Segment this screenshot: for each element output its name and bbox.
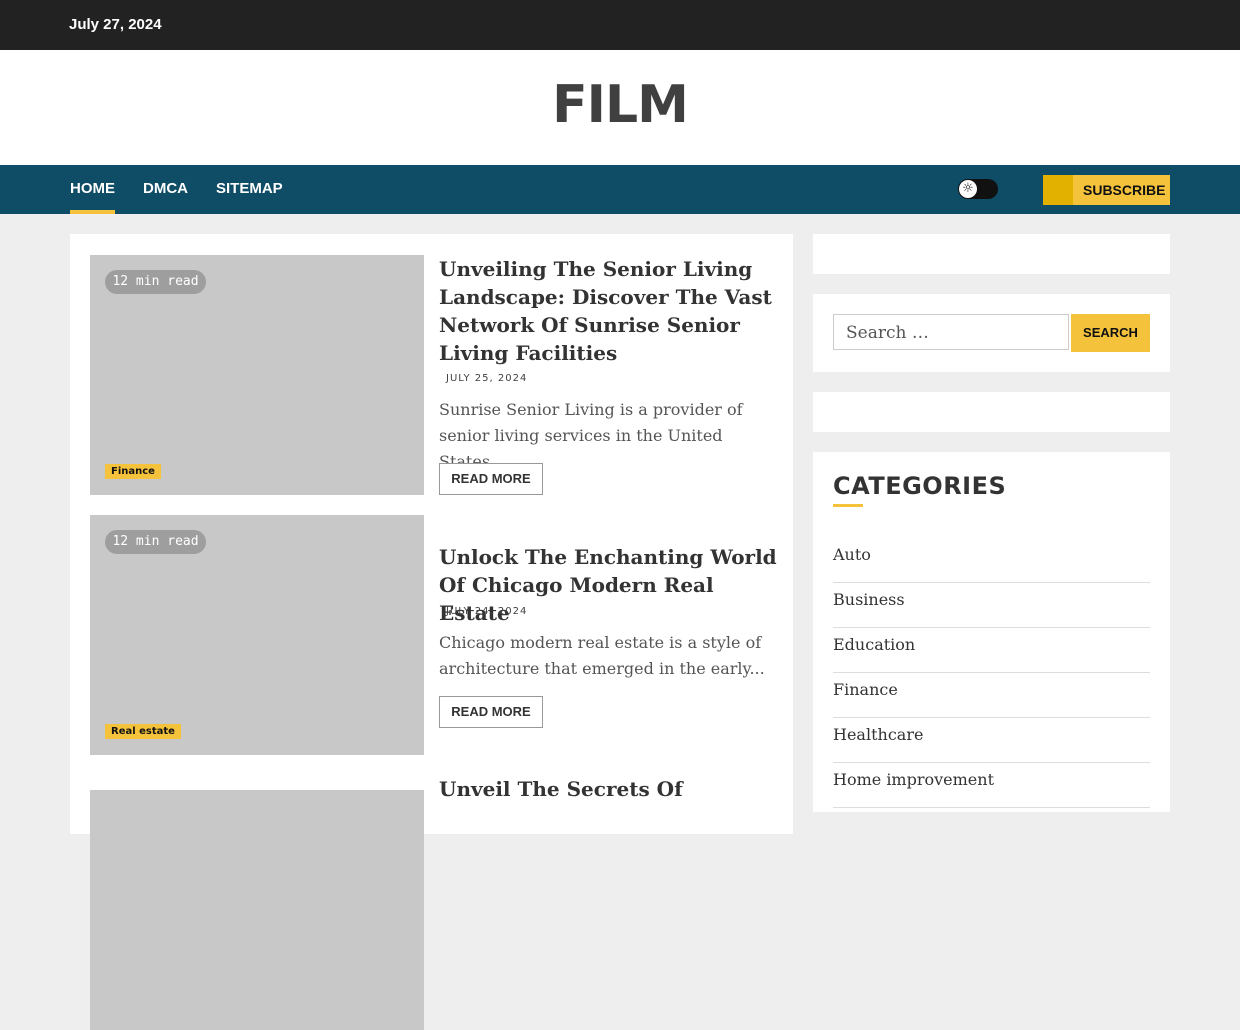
- sidebar-widget-empty: [813, 234, 1170, 274]
- current-date: July 27, 2024: [69, 16, 162, 33]
- dark-mode-toggle[interactable]: ☼: [958, 179, 998, 199]
- search-button[interactable]: SEARCH: [1071, 314, 1150, 352]
- category-link-finance[interactable]: Finance: [833, 673, 1150, 718]
- post-excerpt: Chicago modern real estate is a style of…: [439, 633, 765, 678]
- post-title[interactable]: Unveil The Secrets Of: [439, 775, 779, 803]
- read-time-badge: 12 min read: [105, 530, 206, 554]
- sun-icon: ☼: [959, 180, 977, 198]
- subscribe-icon: [1043, 175, 1073, 205]
- post-card: 12 min read Finance Unveiling The Senior…: [90, 255, 780, 495]
- category-link-auto[interactable]: Auto: [833, 538, 1150, 583]
- subscribe-label: SUBSCRIBE: [1083, 182, 1166, 198]
- category-link-education[interactable]: Education: [833, 628, 1150, 673]
- read-more-button[interactable]: READ MORE: [439, 696, 543, 728]
- search-widget: Search … SEARCH: [813, 294, 1170, 372]
- sidebar-widget-empty: [813, 392, 1170, 432]
- post-list: 12 min read Finance Unveiling The Senior…: [70, 234, 793, 1030]
- read-time-badge: 12 min read: [105, 270, 206, 294]
- category-link-home-improvement[interactable]: Home improvement: [833, 763, 1150, 808]
- main-nav: HOME DMCA SITEMAP ☼ SUBSCRIBE: [0, 165, 1240, 214]
- post-date: JULY 25, 2024: [446, 373, 528, 384]
- site-header: FILM: [0, 50, 1240, 165]
- post-thumbnail[interactable]: 12 min read Real estate: [90, 515, 424, 755]
- category-badge[interactable]: Finance: [105, 464, 161, 479]
- post-thumbnail[interactable]: 12 min read Finance: [90, 255, 424, 495]
- post-date: JULY 24, 2024: [446, 606, 528, 617]
- search-input[interactable]: Search …: [833, 314, 1069, 350]
- nav-item-sitemap[interactable]: SITEMAP: [216, 180, 283, 197]
- top-bar: July 27, 2024: [0, 0, 1240, 50]
- category-list: Auto Business Education Finance Healthca…: [833, 538, 1150, 808]
- category-badge[interactable]: Real estate: [105, 724, 181, 739]
- post-card: 12 min read Real estate Unlock The Encha…: [90, 515, 780, 755]
- site-title[interactable]: FILM: [0, 74, 1240, 136]
- nav-item-home[interactable]: HOME: [70, 180, 115, 214]
- category-link-business[interactable]: Business: [833, 583, 1150, 628]
- subscribe-button[interactable]: SUBSCRIBE: [1043, 175, 1170, 205]
- post-title[interactable]: Unveiling The Senior Living Landscape: D…: [439, 255, 779, 367]
- category-link-healthcare[interactable]: Healthcare: [833, 718, 1150, 763]
- post-thumbnail[interactable]: [90, 790, 424, 1030]
- categories-widget: CATEGORIES Auto Business Education Finan…: [813, 452, 1170, 812]
- nav-item-dmca[interactable]: DMCA: [143, 180, 188, 197]
- categories-heading: CATEGORIES: [833, 472, 1007, 500]
- post-card: Unveil The Secrets Of: [90, 775, 780, 1030]
- heading-underline: [833, 504, 863, 507]
- read-more-button[interactable]: READ MORE: [439, 463, 543, 495]
